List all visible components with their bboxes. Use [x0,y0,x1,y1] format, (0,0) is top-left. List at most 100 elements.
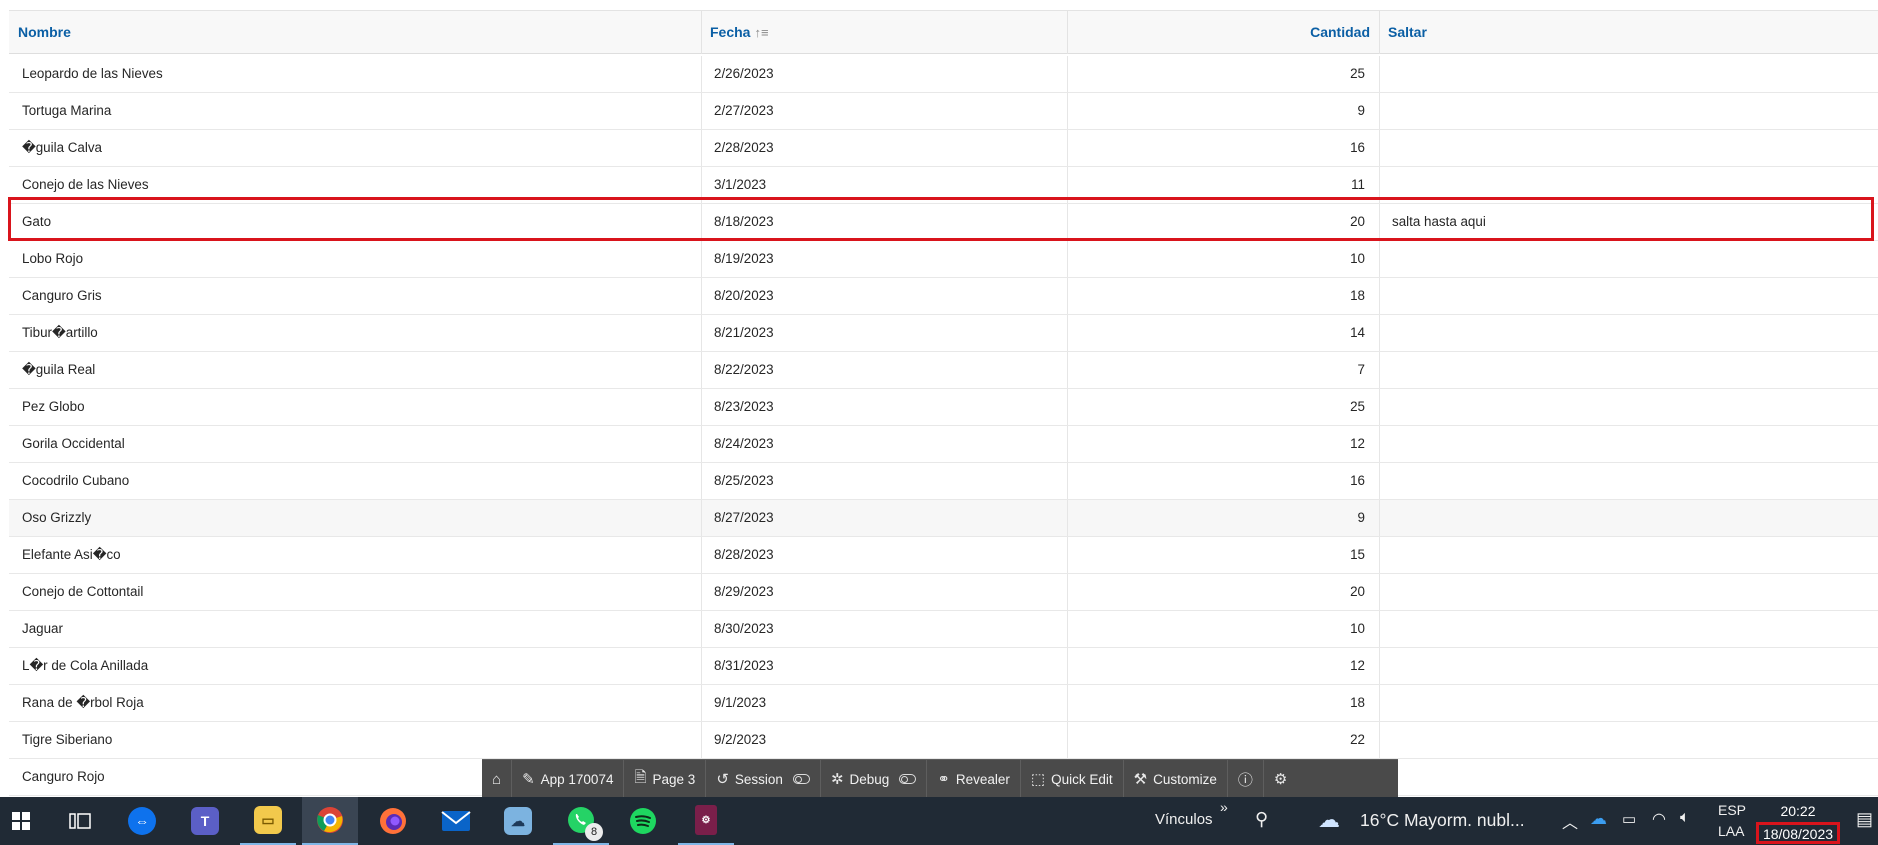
app-button[interactable]: ✎ App 170074 [512,760,625,798]
links-chevron-icon[interactable]: » [1220,799,1228,815]
whatsapp-button[interactable]: 8 [553,797,609,845]
debug-toggle-icon[interactable] [899,774,917,784]
cell-name: Jaguar [22,621,63,636]
cell-date: 8/31/2023 [714,658,774,673]
cell-divider [1379,352,1380,388]
cell-date: 8/29/2023 [714,584,774,599]
table-row[interactable]: Cocodrilo Cubano 8/25/2023 16 [9,463,1878,500]
cell-name: �guila Real [22,362,96,377]
cell-date: 8/23/2023 [714,399,774,414]
cell-divider [701,463,702,499]
cell-date: 8/20/2023 [714,288,774,303]
table-row[interactable]: Conejo de las Nieves 3/1/2023 11 [9,167,1878,204]
cell-date: 8/22/2023 [714,362,774,377]
task-view-button[interactable] [52,797,108,845]
page-button[interactable]: 🗎 Page 3 [624,760,707,798]
table-row[interactable]: Tigre Siberiano 9/2/2023 22 [9,722,1878,759]
cell-skip [1379,241,1878,277]
table-row[interactable]: Gato 8/18/2023 20 salta hasta aqui [9,204,1878,241]
chevron-up-icon[interactable]: ︿ [1562,809,1578,833]
cell-divider [1067,93,1068,129]
cell-date: 8/30/2023 [714,621,774,636]
cell-date: 8/19/2023 [714,251,774,266]
column-header-fecha[interactable]: Fecha ↑≡ [701,11,1067,54]
cell-divider [1379,611,1380,647]
debug-button[interactable]: ✲ Debug [821,760,928,798]
cell-date: 9/2/2023 [714,732,767,747]
table-row[interactable]: L�r de Cola Anillada 8/31/2023 12 [9,648,1878,685]
cell-divider [1379,722,1380,758]
revealer-button[interactable]: ⚭ Revealer [927,760,1021,798]
customize-button[interactable]: ⚒ Customize [1124,760,1228,798]
firefox-button[interactable] [365,797,421,845]
table-row[interactable]: Gorila Occidental 8/24/2023 12 [9,426,1878,463]
quick-edit-button[interactable]: ⬚ Quick Edit [1021,760,1124,798]
chrome-icon [317,807,343,833]
gear-icon: ⚙ [1273,771,1288,788]
clock-time: 20:22 [1780,803,1816,819]
info-icon: ⓘ [1237,771,1253,789]
table-row[interactable]: Oso Grizzly 8/27/2023 9 [9,500,1878,537]
cell-divider [701,241,702,277]
generic-app-button[interactable]: ⚙ [678,797,734,845]
table-row[interactable]: Leopardo de las Nieves 2/26/2023 25 [9,56,1878,93]
settings-button[interactable]: ⚙ [1264,760,1297,798]
teamviewer-button[interactable]: ⇔ [114,797,170,845]
home-button[interactable]: ⌂ [482,760,513,798]
weather-icon[interactable]: ☁ [1318,807,1340,833]
cell-divider [1067,241,1068,277]
notifications-icon[interactable]: ▤ [1856,809,1873,830]
weather-widget[interactable]: 16°C Mayorm. nubl... [1360,810,1525,831]
cell-divider [701,611,702,647]
column-header-nombre[interactable]: Nombre [9,11,701,54]
mail-button[interactable] [428,797,484,845]
table-row[interactable]: Tibur�artillo 8/21/2023 14 [9,315,1878,352]
session-toggle-icon[interactable] [792,774,810,784]
onedrive-icon[interactable]: ☁ [1590,809,1607,829]
clock[interactable]: 20:22 18/08/2023 [1752,797,1844,845]
info-button[interactable]: ⓘ [1228,760,1264,798]
table-row[interactable]: Pez Globo 8/23/2023 25 [9,389,1878,426]
table-row[interactable]: Elefante Asi�co 8/28/2023 15 [9,537,1878,574]
column-header-cantidad[interactable]: Cantidad [1067,11,1379,54]
table-row[interactable]: Jaguar 8/30/2023 10 [9,611,1878,648]
table-row[interactable]: �guila Real 8/22/2023 7 [9,352,1878,389]
table-row[interactable]: Canguro Gris 8/20/2023 18 [9,278,1878,315]
teamviewer-icon: ⇔ [128,807,156,835]
file-explorer-button[interactable]: ▭ [240,797,296,845]
cell-qty: 22 [1350,732,1365,747]
table-row[interactable]: Lobo Rojo 8/19/2023 10 [9,241,1878,278]
table-row[interactable]: Rana de �rbol Roja 9/1/2023 18 [9,685,1878,722]
paint-roller-icon: ⚒ [1133,771,1148,788]
battery-icon[interactable]: ▭ [1622,810,1636,828]
table-row[interactable]: Tortuga Marina 2/27/2023 9 [9,93,1878,130]
cell-divider [701,130,702,166]
links-toolbar-label[interactable]: Vínculos [1155,811,1213,828]
cell-name: Cocodrilo Cubano [22,473,130,488]
cell-date: 2/26/2023 [714,66,774,81]
language-indicator[interactable]: ESP [1718,802,1746,818]
cell-name: Elefante Asi�co [22,547,121,562]
cell-divider [1379,315,1380,351]
column-header-saltar[interactable]: Saltar [1379,11,1878,54]
session-button[interactable]: ↺ Session [706,760,821,798]
wifi-icon[interactable]: ◠ [1652,809,1666,829]
table-row[interactable]: �guila Calva 2/28/2023 16 [9,130,1878,167]
teams-button[interactable]: T [177,797,233,845]
chrome-button[interactable] [302,797,358,845]
cell-divider [701,500,702,536]
cell-divider [1067,204,1068,240]
weather-app-button[interactable]: ☁ [490,797,546,845]
cell-qty: 12 [1350,436,1365,451]
table-row[interactable]: Conejo de Cottontail 8/29/2023 20 [9,574,1878,611]
spotify-button[interactable] [615,797,671,845]
cell-name: Oso Grizzly [22,510,92,525]
volume-icon[interactable]: 🔈︎ [1680,809,1690,827]
sort-ascending-icon[interactable]: ↑≡ [754,25,768,40]
keyboard-layout-indicator[interactable]: LAA [1718,823,1744,839]
people-icon[interactable]: ⚲ [1255,809,1268,830]
cell-skip [1379,722,1878,758]
start-button[interactable] [0,797,42,845]
cell-skip [1379,537,1878,573]
cell-divider [1379,537,1380,573]
